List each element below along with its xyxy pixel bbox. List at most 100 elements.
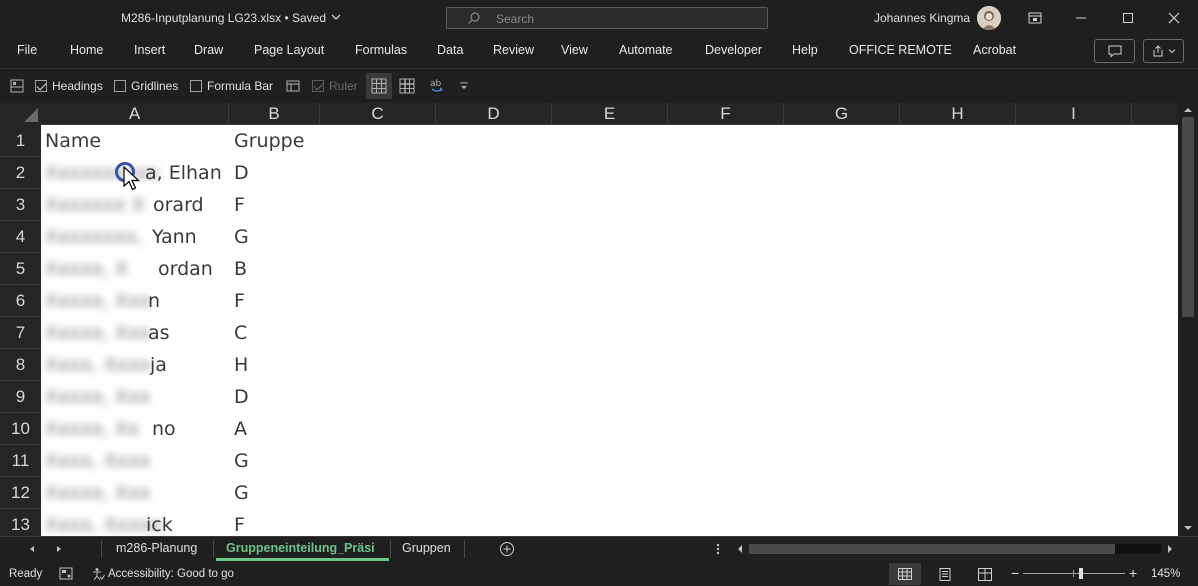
freeze-panes-icon[interactable] bbox=[396, 75, 418, 97]
cell-b-group[interactable]: D bbox=[234, 381, 249, 413]
close-icon[interactable] bbox=[1151, 0, 1197, 36]
menu-acrobat[interactable]: Acrobat bbox=[973, 43, 1016, 57]
row-header[interactable]: 2 bbox=[0, 157, 41, 189]
cell-b-group[interactable]: G bbox=[234, 445, 249, 477]
page-break-preview-icon[interactable] bbox=[282, 75, 304, 97]
menu-home[interactable]: Home bbox=[70, 43, 103, 57]
vertical-scroll-thumb[interactable] bbox=[1182, 117, 1194, 317]
formula-bar-check-icon[interactable] bbox=[190, 80, 202, 92]
menu-formulas[interactable]: Formulas bbox=[355, 43, 407, 57]
menu-file[interactable]: File bbox=[17, 43, 37, 57]
row-header[interactable]: 13 bbox=[0, 509, 41, 536]
gridlines-checkbox[interactable]: Gridlines bbox=[114, 79, 178, 93]
more-options-icon[interactable] bbox=[716, 542, 720, 556]
cell-a-name[interactable]: ja bbox=[150, 349, 167, 381]
zoom-in-button[interactable]: + bbox=[1129, 565, 1137, 581]
column-header-g[interactable]: G bbox=[784, 103, 900, 125]
column-header-b[interactable]: B bbox=[229, 103, 320, 125]
minimize-icon[interactable] bbox=[1058, 0, 1104, 36]
row-header[interactable]: 12 bbox=[0, 477, 41, 509]
page-break-view-button[interactable] bbox=[969, 563, 1001, 585]
add-sheet-icon[interactable] bbox=[499, 541, 515, 557]
menu-page-layout[interactable]: Page Layout bbox=[254, 43, 324, 57]
cell-a-name[interactable]: a, Elhan bbox=[145, 157, 222, 189]
tab-gruppeneinteilung-praesi[interactable]: Gruppeneinteilung_Präsi bbox=[226, 541, 375, 555]
menu-help[interactable]: Help bbox=[792, 43, 818, 57]
normal-view-button[interactable] bbox=[889, 563, 921, 585]
formula-bar-checkbox[interactable]: Formula Bar bbox=[190, 79, 273, 93]
accessibility-status[interactable]: Accessibility: Good to go bbox=[108, 568, 234, 580]
maximize-icon[interactable] bbox=[1105, 0, 1151, 36]
scroll-down-icon[interactable] bbox=[1183, 524, 1193, 532]
spelling-icon[interactable]: ab bbox=[426, 75, 448, 97]
row-header[interactable]: 10 bbox=[0, 413, 41, 445]
grid-view-icon[interactable] bbox=[366, 73, 392, 99]
column-header-a[interactable]: A bbox=[41, 103, 229, 125]
toolbar-options-icon[interactable] bbox=[453, 75, 475, 97]
row-header[interactable]: 4 bbox=[0, 221, 41, 253]
zoom-slider[interactable] bbox=[1023, 573, 1125, 574]
column-header-c[interactable]: C bbox=[320, 103, 436, 125]
cell-b-group[interactable]: F bbox=[234, 509, 245, 536]
cell-b-group[interactable]: B bbox=[234, 253, 247, 285]
tab-scroll-right-icon[interactable] bbox=[55, 545, 63, 553]
page-layout-view-button[interactable] bbox=[929, 563, 961, 585]
accessibility-icon[interactable] bbox=[91, 567, 105, 581]
avatar[interactable] bbox=[977, 6, 1001, 30]
cell-b-group[interactable]: G bbox=[234, 221, 249, 253]
horizontal-scroll-thumb[interactable] bbox=[749, 544, 1115, 554]
cell-a-name[interactable]: ordan bbox=[158, 253, 213, 285]
scroll-up-icon[interactable] bbox=[1183, 106, 1193, 114]
cell-a1[interactable]: Name bbox=[45, 125, 101, 157]
row-header[interactable]: 1 bbox=[0, 125, 41, 157]
cell-a-name[interactable]: no bbox=[152, 413, 176, 445]
row-header[interactable]: 7 bbox=[0, 317, 41, 349]
zoom-level[interactable]: 145% bbox=[1151, 568, 1180, 580]
comments-button[interactable] bbox=[1094, 39, 1135, 63]
tab-scroll-left-icon[interactable] bbox=[28, 545, 36, 553]
gridlines-check-icon[interactable] bbox=[114, 80, 126, 92]
column-header-h[interactable]: H bbox=[900, 103, 1016, 125]
select-all-corner[interactable] bbox=[0, 103, 41, 125]
cell-a-name[interactable]: n bbox=[148, 285, 160, 317]
cell-b1[interactable]: Gruppe bbox=[234, 125, 304, 157]
column-header-e[interactable]: E bbox=[552, 103, 668, 125]
column-header-f[interactable]: F bbox=[668, 103, 784, 125]
user-name[interactable]: Johannes Kingma bbox=[874, 11, 970, 25]
cell-b-group[interactable]: G bbox=[234, 477, 249, 509]
cell-b-group[interactable]: D bbox=[234, 157, 249, 189]
zoom-out-button[interactable]: − bbox=[1011, 565, 1019, 581]
row-header[interactable]: 6 bbox=[0, 285, 41, 317]
vertical-scrollbar[interactable] bbox=[1178, 103, 1198, 536]
menu-developer[interactable]: Developer bbox=[705, 43, 762, 57]
row-header[interactable]: 8 bbox=[0, 349, 41, 381]
menu-insert[interactable]: Insert bbox=[134, 43, 165, 57]
macro-record-icon[interactable] bbox=[59, 567, 73, 580]
tab-m286-planung[interactable]: m286-Planung bbox=[116, 541, 197, 555]
cell-b-group[interactable]: C bbox=[234, 317, 247, 349]
zoom-slider-thumb[interactable] bbox=[1079, 568, 1083, 579]
row-header[interactable]: 9 bbox=[0, 381, 41, 413]
cell-a-name[interactable]: orard bbox=[153, 189, 204, 221]
cell-a-name[interactable]: ick bbox=[146, 509, 173, 536]
search-box[interactable]: Search bbox=[446, 7, 768, 29]
scroll-right-icon[interactable] bbox=[1165, 544, 1175, 554]
scroll-left-icon[interactable] bbox=[735, 544, 745, 554]
cell-a-name[interactable]: as bbox=[148, 317, 170, 349]
cell-b-group[interactable]: F bbox=[234, 189, 245, 221]
menu-office-remote[interactable]: OFFICE REMOTE bbox=[849, 43, 952, 57]
cell-a-name[interactable]: Yann bbox=[152, 221, 197, 253]
row-header[interactable]: 5 bbox=[0, 253, 41, 285]
menu-view[interactable]: View bbox=[561, 43, 588, 57]
spreadsheet-grid[interactable]: A B C D E F G H I 1 Name Gruppe 2 Xxxxxx… bbox=[0, 103, 1178, 536]
menu-review[interactable]: Review bbox=[493, 43, 534, 57]
headings-checkbox[interactable]: Headings bbox=[35, 79, 103, 93]
menu-draw[interactable]: Draw bbox=[194, 43, 223, 57]
horizontal-scrollbar[interactable] bbox=[735, 542, 1175, 556]
cell-b-group[interactable]: A bbox=[234, 413, 247, 445]
row-header[interactable]: 11 bbox=[0, 445, 41, 477]
tab-gruppen[interactable]: Gruppen bbox=[402, 541, 451, 555]
headings-check-icon[interactable] bbox=[35, 80, 47, 92]
menu-data[interactable]: Data bbox=[437, 43, 463, 57]
menu-automate[interactable]: Automate bbox=[619, 43, 673, 57]
